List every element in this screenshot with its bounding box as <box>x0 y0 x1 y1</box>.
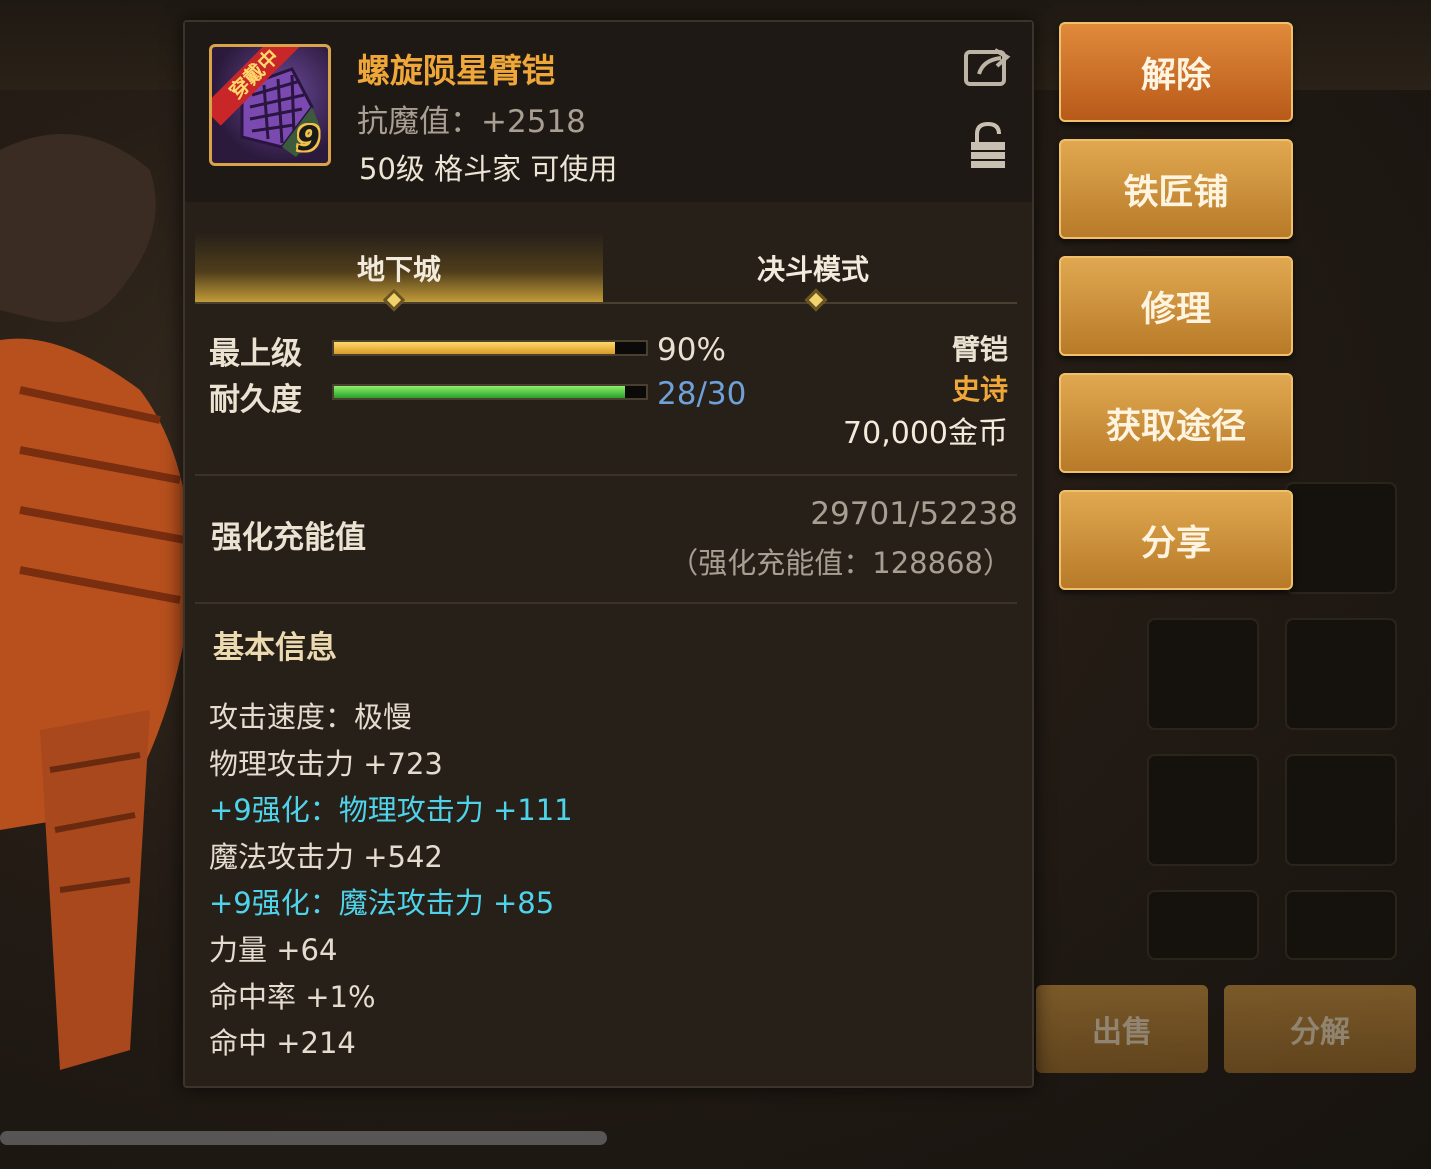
durability-bar <box>332 384 648 400</box>
charge-value: 29701/52238 <box>810 496 1018 532</box>
inventory-slot[interactable] <box>1285 482 1397 594</box>
sell-button[interactable]: 出售 <box>1036 985 1208 1073</box>
mode-tabs: 地下城 决斗模式 <box>195 232 1017 304</box>
attribute-line: 力量 +64 <box>209 932 338 967</box>
rarity: 史诗 <box>951 373 1008 406</box>
attribute-line: 魔法攻击力 +542 <box>209 839 443 874</box>
attribute-line-bonus: +9强化：魔法攻击力 +85 <box>209 886 555 921</box>
grade-label: 最上级 <box>209 336 302 372</box>
grade-value: 90% <box>657 332 726 368</box>
item-name: 螺旋陨星臂铠 <box>357 51 555 90</box>
item-header: 穿戴中 9 螺旋陨星臂铠 抗魔值：+2518 50级 格斗家 可使用 <box>185 22 1032 202</box>
item-detail-panel: 穿戴中 9 螺旋陨星臂铠 抗魔值：+2518 50级 格斗家 可使用 地下城 决… <box>183 20 1034 1088</box>
disassemble-label: 分解 <box>1290 1015 1350 1050</box>
anti-magic-value: 抗魔值：+2518 <box>357 104 586 140</box>
usage-requirement: 50级 格斗家 可使用 <box>359 152 618 186</box>
attribute-list: 攻击速度：极慢 物理攻击力 +723 +9强化：物理攻击力 +111 魔法攻击力… <box>209 694 573 1067</box>
inventory-slot[interactable] <box>1285 890 1397 960</box>
sell-price: 70,000金币 <box>843 416 1008 451</box>
slot-type: 臂铠 <box>951 333 1008 366</box>
unequip-button[interactable]: 解除 <box>1059 22 1293 122</box>
durability-label: 耐久度 <box>209 382 302 418</box>
tab-divider <box>195 302 1017 304</box>
disassemble-button[interactable]: 分解 <box>1224 985 1416 1073</box>
durability-value: 28/30 <box>657 376 747 412</box>
durability-bar-fill <box>334 386 626 398</box>
attribute-line: 命中率 +1% <box>209 979 376 1014</box>
repair-button[interactable]: 修理 <box>1059 256 1293 356</box>
inventory-slot[interactable] <box>1147 890 1259 960</box>
inventory-slot[interactable] <box>1285 754 1397 866</box>
sell-label: 出售 <box>1092 1015 1152 1050</box>
lock-icon[interactable] <box>969 120 1007 170</box>
blacksmith-button[interactable]: 铁匠铺 <box>1059 139 1293 239</box>
attribute-line-bonus: +9强化：物理攻击力 +111 <box>209 793 573 828</box>
basic-info-title: 基本信息 <box>213 630 337 666</box>
grade-bar-fill <box>334 342 615 354</box>
horizontal-scrollbar[interactable] <box>0 1131 607 1145</box>
inventory-slot[interactable] <box>1285 618 1397 730</box>
share-button[interactable]: 分享 <box>1059 490 1293 590</box>
divider <box>195 602 1017 604</box>
charge-label: 强化充能值 <box>211 520 366 556</box>
attribute-line: 物理攻击力 +723 <box>209 746 443 781</box>
obtain-source-button[interactable]: 获取途径 <box>1059 373 1293 473</box>
inventory-slot[interactable] <box>1147 754 1259 866</box>
inventory-slot[interactable] <box>1147 618 1259 730</box>
enhance-level: 9 <box>296 119 320 159</box>
divider <box>195 474 1017 476</box>
attribute-line: 攻击速度：极慢 <box>209 700 413 734</box>
charge-total: （强化充能值：128868） <box>669 546 1012 580</box>
share-icon[interactable] <box>963 44 1011 88</box>
grade-bar <box>332 340 648 356</box>
attribute-line: 命中 +214 <box>209 1026 356 1061</box>
item-icon: 穿戴中 9 <box>209 44 331 166</box>
